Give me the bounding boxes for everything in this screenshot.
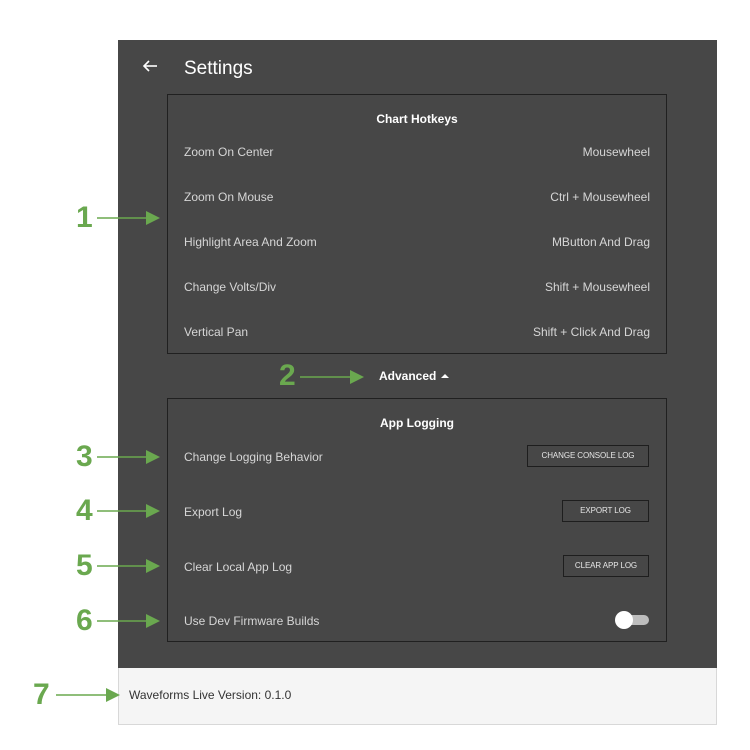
change-console-log-button[interactable]: CHANGE CONSOLE LOG (527, 445, 649, 467)
hotkey-label: Zoom On Mouse (184, 190, 274, 204)
annotation-number: 6 (76, 604, 93, 637)
section-title-app-logging: App Logging (380, 416, 454, 430)
annotation-number: 7 (33, 678, 50, 711)
clear-app-log-button[interactable]: CLEAR APP LOG (563, 555, 649, 577)
hotkey-value: Mousewheel (582, 145, 650, 159)
logging-label: Clear Local App Log (184, 560, 293, 574)
hotkey-label: Zoom On Center (184, 145, 274, 159)
logging-label: Change Logging Behavior (184, 450, 323, 464)
version-text: Waveforms Live Version: 0.1.0 (129, 688, 292, 702)
advanced-toggle[interactable]: Advanced (379, 369, 450, 383)
hotkey-value: Shift + Click And Drag (532, 325, 650, 339)
toggle-knob (615, 611, 633, 629)
hotkey-value: MButton And Drag (551, 235, 650, 249)
hotkey-label: Vertical Pan (184, 325, 249, 339)
page-title: Settings (184, 58, 253, 79)
advanced-label: Advanced (379, 369, 437, 383)
hotkey-value: Ctrl + Mousewheel (550, 190, 650, 204)
dev-firmware-toggle[interactable] (615, 611, 651, 629)
logging-label: Export Log (184, 505, 243, 519)
logging-label: Use Dev Firmware Builds (184, 614, 320, 628)
annotation-number: 1 (76, 201, 93, 234)
annotation-number: 3 (76, 440, 93, 473)
export-log-button[interactable]: EXPORT LOG (562, 500, 649, 522)
hotkey-value: Shift + Mousewheel (544, 280, 650, 294)
hotkey-label: Change Volts/Div (184, 280, 277, 294)
annotation-number: 4 (76, 494, 93, 527)
annotation-number: 2 (279, 359, 296, 392)
caret-up-icon (441, 374, 450, 378)
footer: Waveforms Live Version: 0.1.0 (118, 668, 717, 725)
back-arrow-icon[interactable] (140, 56, 162, 78)
annotation-number: 5 (76, 549, 93, 582)
hotkey-label: Highlight Area And Zoom (184, 235, 317, 249)
chart-hotkeys-section: Chart Hotkeys (167, 94, 667, 354)
section-title-chart-hotkeys: Chart Hotkeys (376, 112, 458, 126)
